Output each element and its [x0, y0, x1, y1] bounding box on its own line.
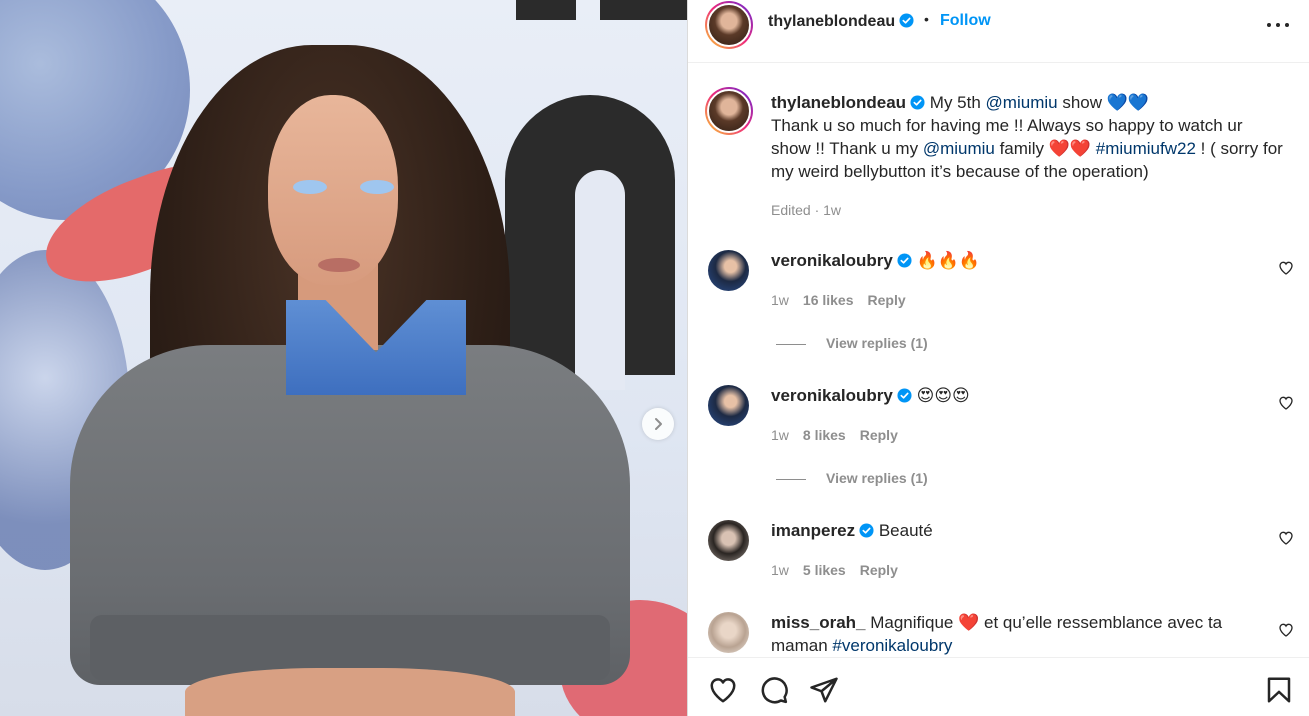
chevron-right-icon: [655, 418, 662, 430]
comment-time: 1w: [771, 292, 789, 308]
model-torso: [185, 668, 515, 716]
comment-meta: 1w 8 likes Reply: [771, 427, 912, 443]
mention-link[interactable]: @miumiu: [986, 93, 1058, 112]
replies-divider: [776, 343, 806, 345]
comment-icon[interactable]: [759, 675, 789, 705]
commenter-avatar[interactable]: [708, 250, 749, 291]
view-replies-button[interactable]: View replies (1): [776, 335, 928, 351]
commenter-username[interactable]: imanperez: [771, 521, 855, 540]
hashtag-link[interactable]: #veronikaloubry: [832, 636, 952, 655]
backdrop-lettering: [516, 0, 576, 20]
caption-segment: My 5th: [925, 93, 986, 112]
view-replies-label[interactable]: View replies (1): [826, 335, 928, 351]
comment-text: imanperez Beauté: [771, 519, 1251, 542]
verified-badge-icon: [897, 253, 912, 268]
model-eye: [293, 180, 327, 194]
caption-segment: show 💙💙: [1057, 93, 1150, 112]
caption-meta: Edited · 1w: [771, 202, 842, 218]
commenter-username[interactable]: veronikaloubry: [771, 251, 893, 270]
reply-button[interactable]: Reply: [860, 427, 898, 443]
post-actions-bar: [688, 657, 1309, 716]
comment-time: 1w: [771, 427, 789, 443]
comment-like-icon[interactable]: [1278, 260, 1294, 276]
commenter-avatar[interactable]: [708, 520, 749, 561]
view-replies-label[interactable]: View replies (1): [826, 470, 928, 486]
replies-divider: [776, 478, 806, 480]
bookmark-icon[interactable]: [1264, 675, 1294, 705]
post-side-panel: thylaneblondeau • Follow thylaneblondeau…: [687, 0, 1309, 716]
post-header: thylaneblondeau • Follow: [688, 0, 1309, 63]
caption-text: thylaneblondeau My 5th @miumiu show 💙💙 Th…: [771, 91, 1286, 183]
comment-likes[interactable]: 5 likes: [803, 562, 846, 578]
author-username[interactable]: thylaneblondeau: [768, 13, 914, 31]
comment-time: 1w: [771, 562, 789, 578]
model-eye: [360, 180, 394, 194]
header-separator: •: [924, 11, 929, 27]
author-avatar[interactable]: [705, 1, 753, 49]
follow-button[interactable]: Follow: [940, 12, 991, 30]
comment-like-icon[interactable]: [1278, 395, 1294, 411]
verified-badge-icon: [859, 523, 874, 538]
post-photo[interactable]: [0, 0, 687, 716]
mention-link[interactable]: @miumiu: [923, 139, 995, 158]
comment-body: 🔥🔥🔥: [911, 251, 981, 270]
comment-likes[interactable]: 8 likes: [803, 427, 846, 443]
commenter-username[interactable]: miss_orah_: [771, 613, 866, 632]
heart-icon[interactable]: [708, 675, 738, 705]
caption-author-avatar[interactable]: [705, 87, 753, 135]
model-lips: [318, 258, 360, 272]
comment-like-icon[interactable]: [1278, 622, 1294, 638]
verified-badge-icon: [910, 95, 925, 110]
next-photo-button[interactable]: [642, 408, 674, 440]
hashtag-link[interactable]: #miumiufw22: [1096, 139, 1196, 158]
reply-button[interactable]: Reply: [868, 292, 906, 308]
caption-author[interactable]: thylaneblondeau: [771, 93, 906, 112]
more-options-icon[interactable]: [1266, 18, 1290, 32]
send-icon[interactable]: [809, 675, 839, 705]
reply-button[interactable]: Reply: [860, 562, 898, 578]
commenter-avatar[interactable]: [708, 612, 749, 653]
view-replies-button[interactable]: View replies (1): [776, 470, 928, 486]
verified-badge-icon: [897, 388, 912, 403]
comment-text: veronikaloubry 🔥🔥🔥: [771, 249, 1251, 272]
comment-likes[interactable]: 16 likes: [803, 292, 854, 308]
backdrop-lettering: [600, 0, 687, 20]
author-username-text[interactable]: thylaneblondeau: [768, 13, 895, 30]
comment-text: miss_orah_ Magnifique ❤️ et qu’elle ress…: [771, 611, 1241, 657]
comment-body: 😍😍😍: [911, 386, 970, 405]
comment-meta: 1w 16 likes Reply: [771, 292, 920, 308]
commenter-avatar[interactable]: [708, 385, 749, 426]
comments-section[interactable]: thylaneblondeau My 5th @miumiu show 💙💙 Th…: [688, 63, 1309, 657]
commenter-username[interactable]: veronikaloubry: [771, 386, 893, 405]
comment-meta: 1w 5 likes Reply: [771, 562, 912, 578]
comment-body: Beauté: [874, 521, 933, 540]
comment-text: veronikaloubry 😍😍😍: [771, 384, 1251, 407]
caption-segment: family ❤️❤️: [994, 139, 1096, 158]
comment-like-icon[interactable]: [1278, 530, 1294, 546]
backdrop-lettering: [575, 170, 625, 390]
verified-badge-icon: [899, 13, 914, 28]
